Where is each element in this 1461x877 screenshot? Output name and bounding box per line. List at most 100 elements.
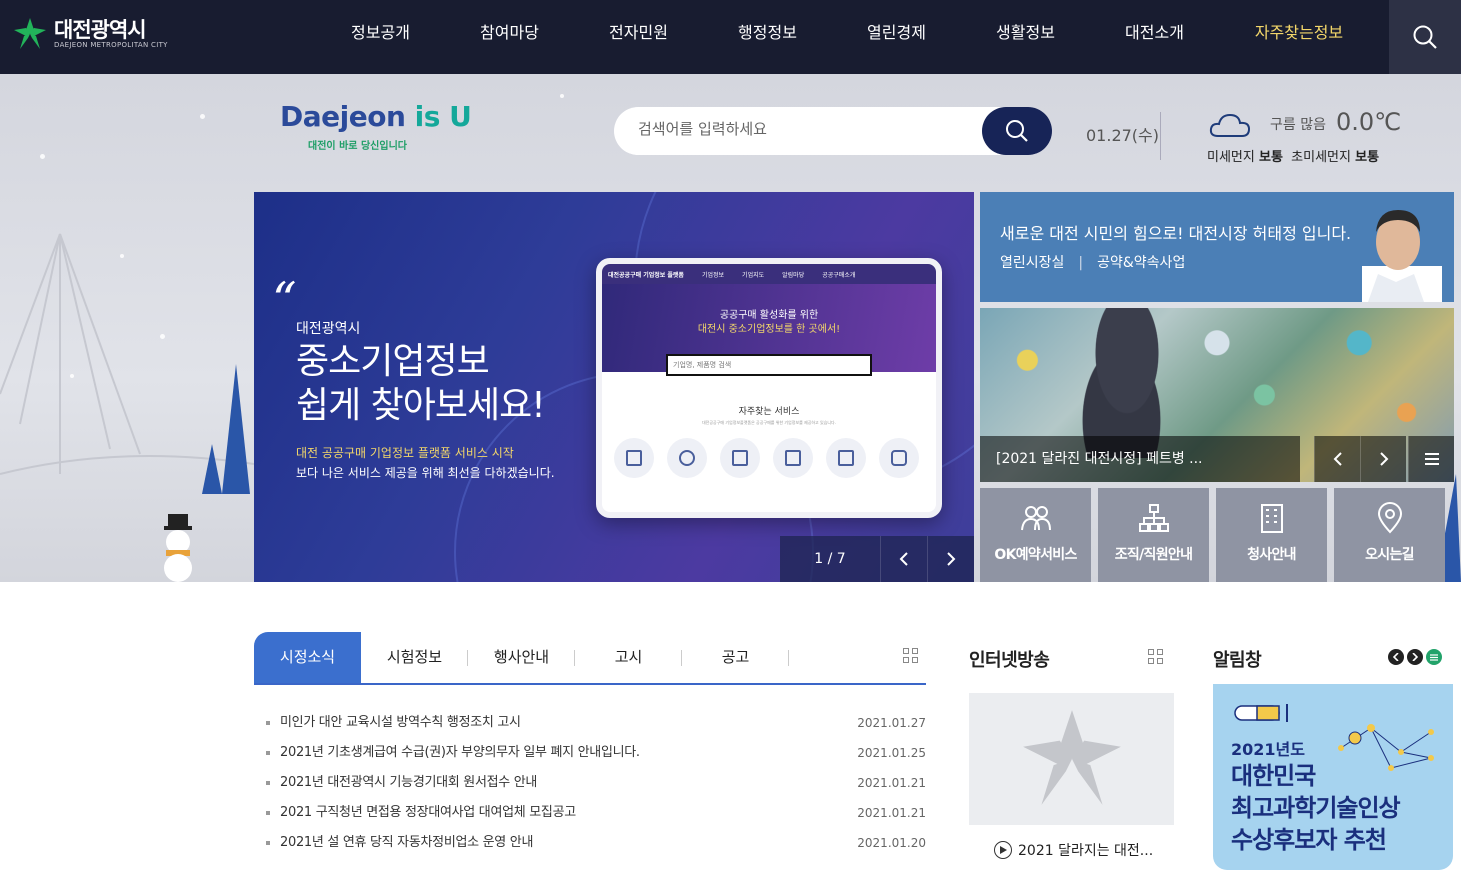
banner-org: 대전광역시 xyxy=(296,321,361,337)
quick-ok-reservation[interactable]: OK예약서비스 xyxy=(980,488,1091,582)
nav-frequent-info[interactable]: 자주찾는정보 xyxy=(1219,0,1379,74)
news-date: 2021.01.20 xyxy=(857,836,926,850)
notice-line2: 최고과학기술인상 xyxy=(1231,794,1401,822)
chevron-left-icon xyxy=(1333,452,1342,466)
tablet-hero-line2: 대전시 중소기업정보를 한 곳에서! xyxy=(697,324,841,335)
tab-public-notice[interactable]: 공고 xyxy=(682,632,789,683)
quick-organization[interactable]: 조직/직원안내 xyxy=(1098,488,1209,582)
news-title[interactable]: 2021년 대전광역시 기능경기대회 원서접수 안내 xyxy=(266,768,537,798)
photo-prev-button[interactable] xyxy=(1314,436,1360,482)
banner-next-button[interactable] xyxy=(927,536,974,582)
news-tabs: 시정소식 시험정보 행사안내 고시 공고 xyxy=(254,632,926,685)
photo-next-button[interactable] xyxy=(1360,436,1406,482)
logo-subtitle: DAEJEON METROPOLITAN CITY xyxy=(54,41,168,49)
mayor-banner[interactable]: 새로운 대전 시민의 힘으로! 대전시장 허태정 입니다. 열린시장실 | 공약&약… xyxy=(980,192,1454,302)
building-icon xyxy=(1260,504,1283,533)
nav-info-disclosure[interactable]: 정보공개 xyxy=(316,0,445,74)
notice-controls xyxy=(1388,649,1442,665)
news-more-icon[interactable] xyxy=(903,648,918,663)
search-submit-button[interactable] xyxy=(982,107,1052,155)
today-date: 01.27(수) xyxy=(1086,126,1160,145)
broadcast-more-icon[interactable] xyxy=(1148,649,1163,664)
mayor-message: 새로운 대전 시민의 힘으로! 대전시장 허태정 입니다. xyxy=(1000,224,1352,243)
list-item[interactable]: 2021년 대전광역시 기능경기대회 원서접수 안내 2021.01.21 xyxy=(266,768,926,798)
tablet-menu-item: 공공구매소개 xyxy=(822,271,856,279)
dust-info: 미세먼지 보통 초미세먼지 보통 xyxy=(1207,146,1379,165)
quick-label: OK예약서비스 xyxy=(994,547,1077,563)
top-search-button[interactable] xyxy=(1389,0,1461,74)
city-logo[interactable]: 대전광역시 DAEJEON METROPOLITAN CITY xyxy=(12,16,168,52)
banner-subtitle: 대전 공공구매 기업정보 플랫폼 서비스 시작 xyxy=(296,446,514,460)
quick-label: 오시는길 xyxy=(1365,547,1414,563)
pledges-link[interactable]: 공약&약속사업 xyxy=(1097,255,1185,271)
tab-exam-info[interactable]: 시험정보 xyxy=(361,632,468,683)
main-search-box xyxy=(614,107,1052,155)
fine-dust-label: 초미세먼지 xyxy=(1291,150,1351,165)
map-pin-icon xyxy=(667,438,707,478)
chevron-right-icon xyxy=(1412,653,1418,661)
chevron-right-icon xyxy=(947,552,956,566)
photo-list-button[interactable] xyxy=(1408,436,1454,482)
photo-caption[interactable]: [2021 달라진 대전시정] 페트병 ... xyxy=(980,436,1300,482)
tab-events[interactable]: 행사안내 xyxy=(468,632,575,683)
list-item[interactable]: 미인가 대안 교육시설 방역수칙 행정조치 고시 2021.01.27 xyxy=(266,708,926,738)
slogan-part-b: is U xyxy=(405,100,472,133)
archive-icon xyxy=(826,438,866,478)
tab-city-news[interactable]: 시정소식 xyxy=(254,632,361,683)
list-item[interactable]: 2021 구직청년 면접용 정장대여사업 대여업체 모집공고 2021.01.21 xyxy=(266,798,926,828)
quick-menu: OK예약서비스 조직/직원안내 청사안내 오시는길 xyxy=(980,488,1445,582)
link-separator: | xyxy=(1078,255,1084,271)
broadcast-caption[interactable]: 2021 달라지는 대전... xyxy=(994,840,1153,860)
quick-directions[interactable]: 오시는길 xyxy=(1334,488,1445,582)
notice-headline: 대한민국 최고과학기술인상 수상후보자 추천 xyxy=(1231,760,1401,856)
news-title[interactable]: 미인가 대안 교육시설 방역수칙 행정조치 고시 xyxy=(266,708,521,738)
tablet-header: 대전공공구매 기업정보 플랫폼 기업정보 기업지도 알림마당 공공구매소개 xyxy=(602,264,936,284)
chevron-right-icon xyxy=(1379,452,1388,466)
quick-building-guide[interactable]: 청사안내 xyxy=(1216,488,1327,582)
news-title[interactable]: 2021년 기초생계급여 수급(권)자 부양의무자 일부 폐지 안내입니다. xyxy=(266,738,640,768)
main-banner[interactable]: “ 대전광역시 중소기업정보 쉽게 찾아보세요! 대전 공공구매 기업정보 플랫… xyxy=(254,192,974,582)
nav-e-civil[interactable]: 전자민원 xyxy=(574,0,703,74)
menu-icon xyxy=(1424,453,1439,465)
list-item[interactable]: 2021년 기초생계급여 수급(권)자 부양의무자 일부 폐지 안내입니다. 20… xyxy=(266,738,926,768)
tablet-search: 기업명, 제품명 검색 xyxy=(666,354,872,376)
notice-next-button[interactable] xyxy=(1407,649,1423,665)
tablet-menu-item: 기업정보 xyxy=(701,271,725,279)
tablet-service-icons xyxy=(614,438,919,478)
quick-label: 청사안내 xyxy=(1247,547,1296,563)
news-title[interactable]: 2021년 설 연휴 당직 자동차정비업소 운영 안내 xyxy=(266,828,533,858)
broadcast-thumbnail[interactable] xyxy=(969,693,1174,825)
list-item[interactable]: 2021년 설 연휴 당직 자동차정비업소 운영 안내 2021.01.20 xyxy=(266,828,926,858)
notice-banner[interactable]: 2021년도 대한민국 최고과학기술인상 수상후보자 추천 xyxy=(1213,684,1453,870)
quote-mark-icon: “ xyxy=(272,272,297,328)
divider xyxy=(1160,112,1161,160)
search-input[interactable] xyxy=(638,120,958,138)
news-title[interactable]: 2021 구직청년 면접용 정장대여사업 대여업체 모집공고 xyxy=(266,798,576,828)
play-icon xyxy=(994,841,1012,859)
news-date: 2021.01.21 xyxy=(857,776,926,790)
banner-title: 중소기업정보 쉽게 찾아보세요! xyxy=(296,340,546,428)
logo-title: 대전광역시 xyxy=(54,18,147,42)
menu-icon xyxy=(1430,653,1438,661)
location-pin-icon xyxy=(1377,502,1402,534)
nav-economy[interactable]: 열린경제 xyxy=(832,0,961,74)
open-mayor-office-link[interactable]: 열린시장실 xyxy=(1000,255,1064,271)
banner-prev-button[interactable] xyxy=(880,536,927,582)
notice-prev-button[interactable] xyxy=(1388,649,1404,665)
nav-participation[interactable]: 참여마당 xyxy=(445,0,574,74)
tab-announcements[interactable]: 고시 xyxy=(575,632,682,683)
company-info-icon xyxy=(614,438,654,478)
mayor-links: 열린시장실 | 공약&약속사업 xyxy=(1000,252,1185,272)
nav-living-info[interactable]: 생활정보 xyxy=(961,0,1090,74)
notice-year: 2021년도 xyxy=(1231,740,1305,759)
nav-about-daejeon[interactable]: 대전소개 xyxy=(1090,0,1219,74)
tablet-hero-line1: 공공구매 활성화를 위한 xyxy=(719,310,819,321)
nav-admin-info[interactable]: 행정정보 xyxy=(703,0,832,74)
chevron-left-icon xyxy=(1393,653,1399,661)
search-icon xyxy=(1006,120,1028,142)
tablet-menu-item: 알림마당 xyxy=(782,271,805,279)
news-date: 2021.01.21 xyxy=(857,806,926,820)
slogan: Daejeon is U xyxy=(280,100,472,133)
notice-list-button[interactable] xyxy=(1426,649,1442,665)
news-photo-slider[interactable]: [2021 달라진 대전시정] 페트병 ... xyxy=(980,308,1454,482)
